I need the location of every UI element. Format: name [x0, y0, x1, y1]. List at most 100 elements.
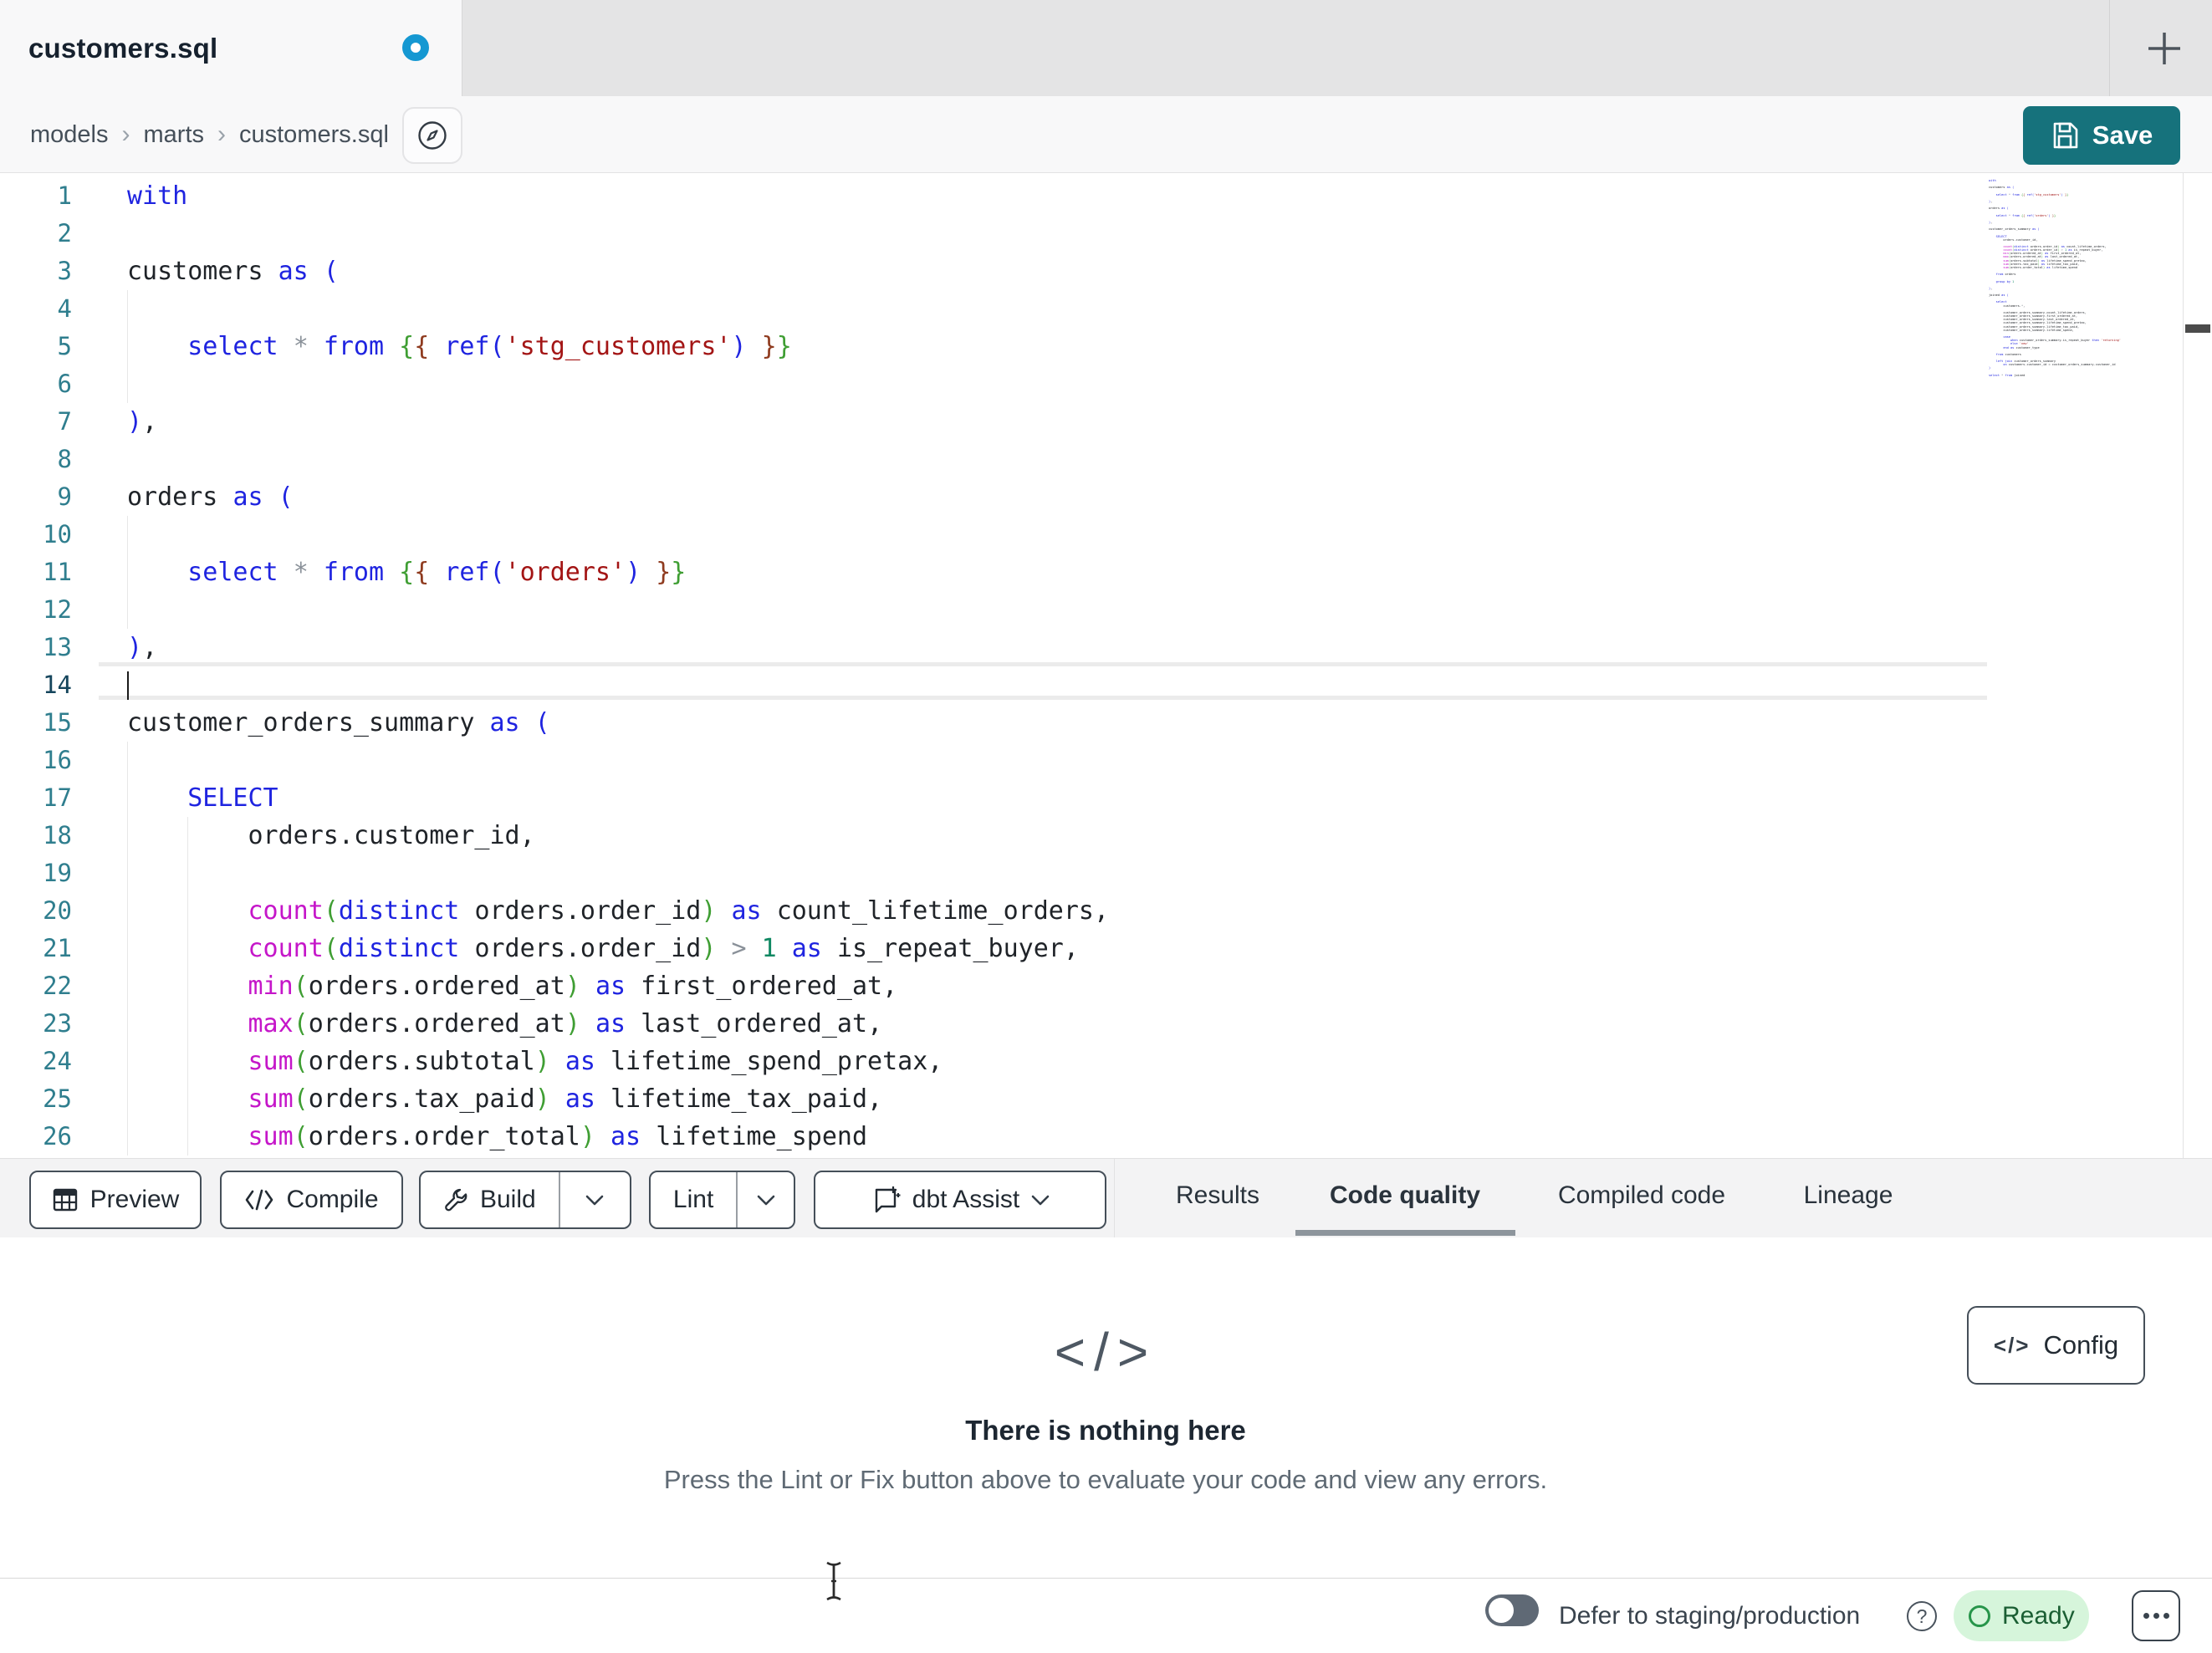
code-line[interactable]: with [127, 177, 187, 215]
indent-guide [187, 1005, 189, 1043]
tab-compiled-code[interactable]: Compiled code [1558, 1159, 1725, 1232]
line-number[interactable]: 14 [0, 666, 72, 704]
code-line[interactable]: ), [127, 629, 157, 666]
line-number[interactable]: 24 [0, 1043, 72, 1080]
indent-guide [127, 892, 128, 930]
line-number[interactable]: 15 [0, 704, 72, 742]
code-line[interactable]: customer_orders_summary as ( [127, 704, 550, 742]
new-tab-button[interactable] [2138, 22, 2191, 75]
lint-split-button[interactable]: Lint [649, 1171, 795, 1229]
code-line[interactable]: orders as ( [127, 478, 294, 516]
dbt-assist-button[interactable]: dbt Assist [814, 1171, 1106, 1229]
action-toolbar: Preview Compile Build Lint dbt Assist Re… [0, 1158, 2212, 1238]
indent-guide [127, 290, 128, 328]
line-number[interactable]: 1 [0, 177, 72, 215]
line-number[interactable]: 13 [0, 629, 72, 666]
build-button-label: Build [479, 1186, 536, 1213]
code-line[interactable]: max(orders.ordered_at) as last_ordered_a… [127, 1005, 882, 1043]
preview-button-label: Preview [89, 1186, 180, 1213]
editor-scrollbar[interactable] [2184, 173, 2212, 1158]
defer-label: Defer to staging/production [1559, 1602, 1861, 1630]
line-number[interactable]: 5 [0, 328, 72, 365]
dbt-assist-button-label: dbt Assist [912, 1186, 1020, 1213]
save-button[interactable]: Save [2023, 106, 2180, 165]
code-line[interactable]: customers as ( [127, 253, 339, 290]
line-number[interactable]: 20 [0, 892, 72, 930]
code-line[interactable]: count(distinct orders.order_id) as count… [127, 892, 1109, 930]
ready-circle-icon [1969, 1605, 1990, 1627]
indent-guide [187, 892, 189, 930]
tab-results[interactable]: Results [1176, 1159, 1259, 1232]
line-number[interactable]: 6 [0, 365, 72, 403]
line-number[interactable]: 16 [0, 742, 72, 779]
more-options-button[interactable] [2132, 1590, 2180, 1641]
lint-button-label: Lint [672, 1186, 714, 1213]
chevron-down-icon [586, 1195, 604, 1205]
code-line[interactable]: count(distinct orders.order_id) > 1 as i… [127, 930, 1079, 967]
tab-compiled-code-label: Compiled code [1557, 1181, 1726, 1209]
preview-button[interactable]: Preview [29, 1171, 202, 1229]
breadcrumb-item-models[interactable]: models [30, 121, 109, 149]
line-number[interactable]: 3 [0, 253, 72, 290]
code-line[interactable]: select * from {{ ref('orders') }} [127, 554, 686, 591]
code-quality-panel: </> There is nothing here Press the Lint… [0, 1237, 2212, 1578]
scrollbar-thumb[interactable] [2185, 324, 2210, 333]
defer-toggle[interactable] [1485, 1594, 1539, 1626]
line-number[interactable]: 22 [0, 967, 72, 1005]
help-icon[interactable]: ? [1907, 1601, 1937, 1631]
line-number[interactable]: 18 [0, 817, 72, 855]
ready-status-label: Ready [2002, 1601, 2075, 1630]
line-number[interactable]: 23 [0, 1005, 72, 1043]
line-number[interactable]: 8 [0, 441, 72, 478]
build-dropdown-button[interactable] [560, 1172, 630, 1227]
config-button[interactable]: </> Config [1967, 1306, 2145, 1385]
line-number[interactable]: 9 [0, 478, 72, 516]
line-number[interactable]: 25 [0, 1080, 72, 1118]
code-line[interactable]: sum(orders.subtotal) as lifetime_spend_p… [127, 1043, 943, 1080]
editor-minimap[interactable]: with customers as ( select * from {{ ref… [1989, 179, 2166, 388]
line-number[interactable]: 12 [0, 591, 72, 629]
dot-icon [2153, 1613, 2159, 1619]
code-line[interactable]: sum(orders.tax_paid) as lifetime_tax_pai… [127, 1080, 882, 1118]
code-line[interactable]: sum(orders.order_total) as lifetime_spen… [127, 1118, 867, 1156]
line-number[interactable]: 26 [0, 1118, 72, 1156]
indent-guide [127, 554, 128, 591]
code-line[interactable]: select * from {{ ref('stg_customers') }} [127, 328, 792, 365]
open-in-explorer-button[interactable] [402, 107, 462, 164]
code-line[interactable]: min(orders.ordered_at) as first_ordered_… [127, 967, 897, 1005]
build-split-button[interactable]: Build [419, 1171, 631, 1229]
indent-guide [127, 967, 128, 1005]
line-number[interactable]: 11 [0, 554, 72, 591]
line-number[interactable]: 19 [0, 855, 72, 892]
dot-icon [2143, 1613, 2149, 1619]
table-grid-icon [53, 1188, 77, 1212]
line-number[interactable]: 21 [0, 930, 72, 967]
tab-bar-divider [2109, 0, 2110, 96]
tab-code-quality[interactable]: Code quality [1330, 1159, 1480, 1232]
tab-lineage[interactable]: Lineage [1804, 1159, 1893, 1232]
code-line[interactable]: ), [127, 403, 157, 441]
line-number[interactable]: 17 [0, 779, 72, 817]
compile-button-label: Compile [286, 1186, 379, 1213]
code-editor[interactable]: 1 with 2 3 customers as ( 4 5 select * from {{… [0, 173, 2212, 1158]
line-number[interactable]: 2 [0, 215, 72, 253]
line-number[interactable]: 4 [0, 290, 72, 328]
build-button[interactable]: Build [421, 1172, 559, 1227]
lint-button[interactable]: Lint [651, 1172, 736, 1227]
breadcrumb-item-file[interactable]: customers.sql [239, 121, 389, 149]
status-bar: Defer to staging/production ? Ready [0, 1561, 2212, 1653]
unsaved-changes-dot-icon [402, 34, 429, 61]
line-number[interactable]: 10 [0, 516, 72, 554]
compile-button[interactable]: Compile [220, 1171, 403, 1229]
breadcrumb-item-marts[interactable]: marts [144, 121, 205, 149]
lint-dropdown-button[interactable] [738, 1172, 794, 1227]
line-number[interactable]: 7 [0, 403, 72, 441]
save-floppy-icon [2053, 122, 2078, 149]
empty-state-subtitle: Press the Lint or Fix button above to ev… [663, 1465, 1548, 1494]
empty-state-title: There is nothing here [965, 1415, 1246, 1446]
indent-guide [187, 855, 189, 892]
toggle-knob [1489, 1598, 1514, 1623]
file-tab[interactable]: customers.sql [0, 0, 462, 96]
code-line[interactable]: orders.customer_id, [127, 817, 535, 855]
code-line[interactable]: SELECT [127, 779, 278, 817]
